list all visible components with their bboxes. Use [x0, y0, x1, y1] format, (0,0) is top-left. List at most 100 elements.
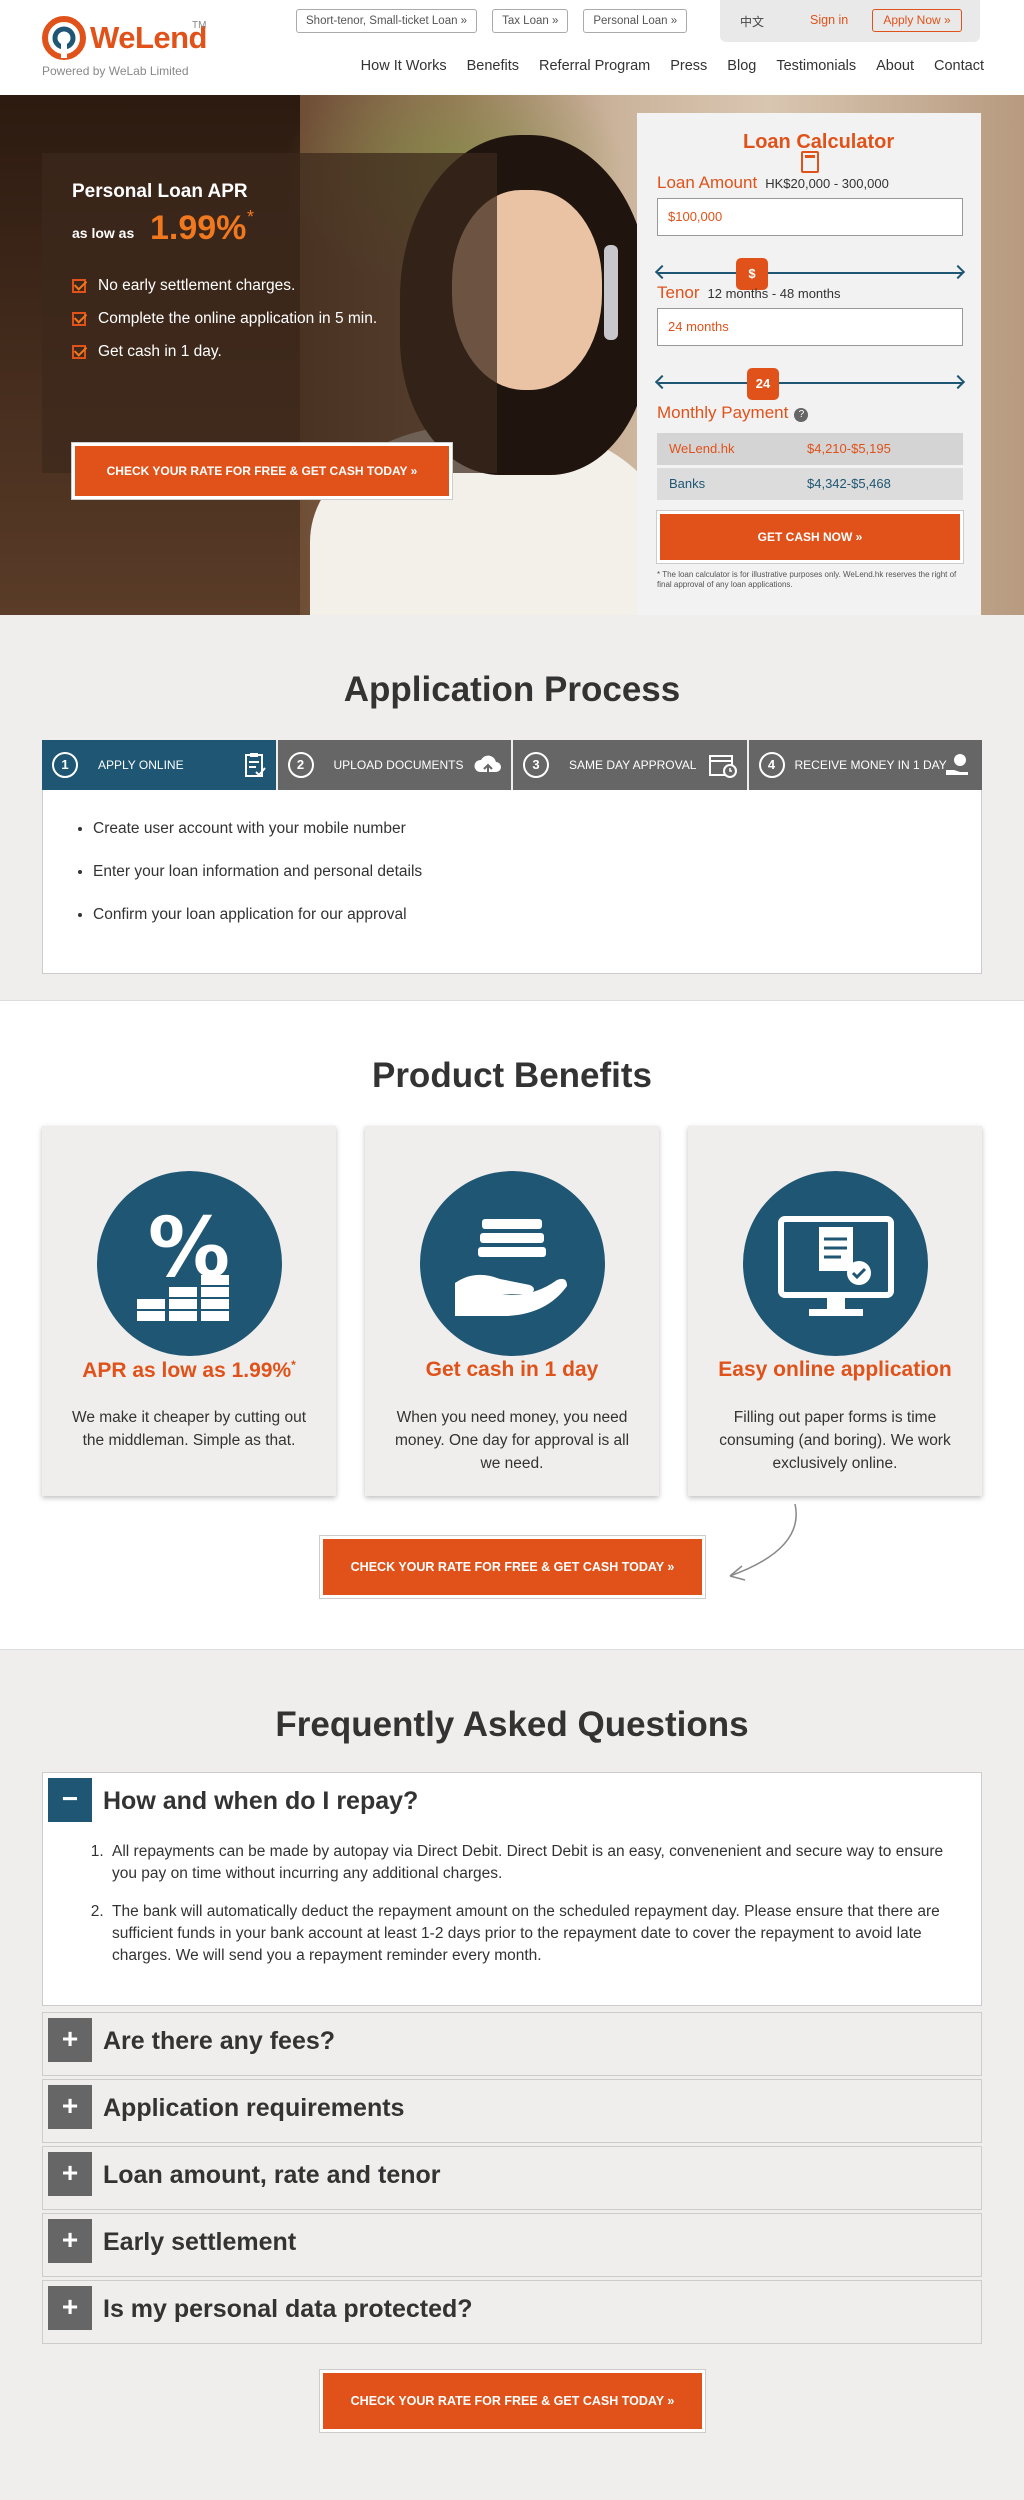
faq-item[interactable]: + Are there any fees? [42, 2012, 982, 2076]
monthly-payment-table: WeLend.hk $4,210-$5,195 Banks $4,342-$5,… [657, 433, 963, 503]
faq-question[interactable]: Early settlement [103, 2228, 296, 2257]
loan-amount-input[interactable]: $100,000 [657, 198, 963, 236]
nav-benefits[interactable]: Benefits [467, 58, 519, 74]
benefit-icon-circle: % [97, 1171, 282, 1356]
faq-question[interactable]: How and when do I repay? [103, 1787, 418, 1816]
promo-rate-footnote: * [247, 207, 255, 227]
loan-amount-label-text: Loan Amount [657, 173, 758, 192]
faq-item[interactable]: + Early settlement [42, 2213, 982, 2277]
benefit-card: Easy online application Filling out pape… [688, 1126, 982, 1496]
hero-banner: Personal Loan APR as low as 1.99% * No e… [0, 95, 1024, 615]
nav-referral-program[interactable]: Referral Program [539, 58, 650, 74]
list-item: Create user account with your mobile num… [93, 820, 422, 863]
faq-answer: All repayments can be made by autopay vi… [108, 1841, 948, 1983]
product-benefits-section: Product Benefits % APR as low as 1.99%* … [0, 1000, 1024, 1650]
tab-apply-online[interactable]: 1 APPLY ONLINE [42, 740, 276, 790]
nav-about[interactable]: About [876, 58, 914, 74]
step-number: 1 [52, 752, 78, 778]
promo-rate: 1.99% [150, 209, 247, 247]
expand-icon[interactable]: + [48, 2152, 92, 2196]
section-title: Frequently Asked Questions [275, 1705, 749, 1744]
tenor-input[interactable]: 24 months [657, 308, 963, 346]
calculator-disclaimer: * The loan calculator is for illustrativ… [657, 570, 957, 589]
collapse-icon[interactable]: − [48, 1778, 92, 1822]
tab-upload-documents[interactable]: 2 UPLOAD DOCUMENTS [277, 740, 511, 790]
benefit-title-text: APR as low as 1.99% [82, 1359, 292, 1382]
nav-press[interactable]: Press [670, 58, 707, 74]
signin-link[interactable]: Sign in [810, 13, 848, 27]
help-icon[interactable]: ? [794, 408, 809, 422]
welend-logo[interactable]: WeLend TM Powered by WeLab Limited [40, 12, 220, 82]
faq-question[interactable]: Loan amount, rate and tenor [103, 2161, 441, 2190]
clipboard-check-icon [244, 753, 266, 777]
nav-how-it-works[interactable]: How It Works [361, 58, 447, 74]
benefit-footnote: * [291, 1358, 296, 1372]
faq-cta-button[interactable]: CHECK YOUR RATE FOR FREE & GET CASH TODA… [320, 2370, 705, 2432]
promo-box: Personal Loan APR as low as 1.99% * No e… [42, 153, 497, 499]
promo-bullet-text: Complete the online application in 5 min… [98, 309, 378, 327]
benefit-icon-circle [743, 1171, 928, 1356]
benefit-title: Get cash in 1 day [425, 1358, 599, 1381]
payment-provider: Banks [669, 476, 706, 491]
tab-receive-money[interactable]: 4 RECEIVE MONEY IN 1 DAY [748, 740, 982, 790]
tenor-slider[interactable]: 24 [654, 368, 966, 400]
expand-icon[interactable]: + [48, 2219, 92, 2263]
expand-icon[interactable]: + [48, 2286, 92, 2330]
percent-coins-icon: % [137, 1201, 230, 1321]
slider-track [657, 272, 963, 274]
tenor-label: Tenor 12 months - 48 months [657, 283, 841, 303]
calculator-icon [801, 151, 819, 173]
payment-row-welend: WeLend.hk $4,210-$5,195 [657, 433, 963, 465]
tab-same-day-approval[interactable]: 3 SAME DAY APPROVAL [513, 740, 747, 790]
faq-question[interactable]: Is my personal data protected? [103, 2295, 473, 2324]
benefit-title: Easy online application [718, 1358, 952, 1381]
expand-icon[interactable]: + [48, 2085, 92, 2129]
product-links: Short-tenor, Small-ticket Loan » Tax Loa… [296, 9, 688, 33]
list-item: The bank will automatically deduct the r… [108, 1901, 948, 1967]
loan-amount-range: HK$20,000 - 300,000 [765, 176, 889, 191]
main-nav: How It Works Benefits Referral Program P… [361, 58, 984, 74]
promo-bullet: Complete the online application in 5 min… [72, 302, 377, 335]
logo-icon [42, 16, 86, 60]
step-number: 3 [523, 752, 549, 778]
nav-contact[interactable]: Contact [934, 58, 984, 74]
faq-item[interactable]: + Application requirements [42, 2079, 982, 2143]
benefit-text: When you need money, you need money. One… [394, 1409, 630, 1472]
promo-bullet-text: Get cash in 1 day. [98, 342, 222, 360]
nav-testimonials[interactable]: Testimonials [776, 58, 856, 74]
link-tax-loan[interactable]: Tax Loan » [492, 9, 569, 33]
payment-row-banks: Banks $4,342-$5,468 [657, 468, 963, 500]
language-toggle[interactable]: 中文 [740, 13, 764, 30]
promo-as-low-as: as low as [72, 225, 135, 241]
calendar-icon[interactable]: 24 [747, 368, 779, 400]
apply-now-button[interactable]: Apply Now » [872, 9, 962, 32]
benefits-cta-button[interactable]: CHECK YOUR RATE FOR FREE & GET CASH TODA… [320, 1536, 705, 1598]
tenor-label-text: Tenor [657, 283, 700, 302]
faq-item[interactable]: + Is my personal data protected? [42, 2280, 982, 2344]
link-short-tenor-loan[interactable]: Short-tenor, Small-ticket Loan » [296, 9, 478, 33]
benefit-text: We make it cheaper by cutting out the mi… [71, 1409, 307, 1449]
faq-question[interactable]: Application requirements [103, 2094, 404, 2123]
logo-wordmark: WeLend [90, 20, 208, 55]
benefit-card: % APR as low as 1.99%* We make it cheape… [42, 1126, 336, 1496]
benefit-text: Filling out paper forms is time consumin… [719, 1409, 951, 1472]
hero-cta-button[interactable]: CHECK YOUR RATE FOR FREE & GET CASH TODA… [72, 443, 452, 499]
section-title: Application Process [343, 670, 681, 709]
faq-question[interactable]: Are there any fees? [103, 2027, 335, 2056]
expand-icon[interactable]: + [48, 2018, 92, 2062]
get-cash-now-button[interactable]: GET CASH NOW » [657, 511, 963, 563]
checkbox-icon [72, 344, 86, 359]
logo-tagline: Powered by WeLab Limited [42, 64, 189, 78]
faq-item[interactable]: + Loan amount, rate and tenor [42, 2146, 982, 2210]
money-hand-icon [946, 754, 968, 775]
hero-photo-phone [604, 245, 618, 340]
checkbox-icon [72, 311, 86, 326]
loan-amount-label: Loan Amount HK$20,000 - 300,000 [657, 173, 889, 193]
checkbox-icon [72, 278, 86, 293]
link-personal-loan[interactable]: Personal Loan » [583, 9, 688, 33]
nav-blog[interactable]: Blog [727, 58, 756, 74]
list-item: All repayments can be made by autopay vi… [108, 1841, 948, 1885]
monthly-payment-label: Monthly Payment? [657, 403, 809, 423]
tenor-range: 12 months - 48 months [707, 286, 841, 301]
process-step-list: Create user account with your mobile num… [93, 820, 422, 949]
